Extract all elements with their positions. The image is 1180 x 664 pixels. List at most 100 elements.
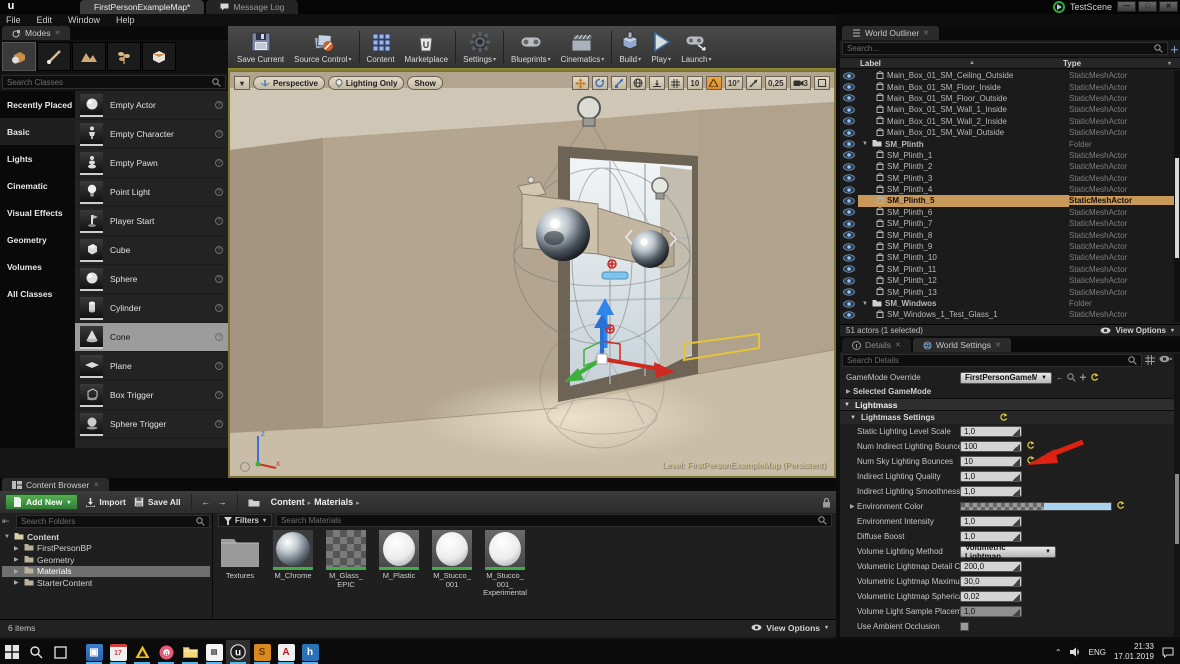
- selected-gamemode-row[interactable]: ▶ Selected GameMode: [840, 385, 1174, 398]
- eye-icon[interactable]: [843, 299, 855, 308]
- property-value-spinbox[interactable]: 1,0: [960, 471, 1022, 482]
- asset-search-input[interactable]: [281, 516, 814, 525]
- visibility-toggle[interactable]: [840, 72, 858, 80]
- details-search-input[interactable]: [847, 356, 1124, 365]
- asset-m-plastic[interactable]: M_Plastic: [377, 530, 421, 581]
- notification-icon[interactable]: [1162, 647, 1174, 658]
- visibility-toggle[interactable]: [840, 299, 858, 308]
- place-item-point-light[interactable]: Point Light?: [75, 178, 228, 207]
- outliner-row[interactable]: SM_Plinth_2 StaticMeshActor: [840, 161, 1174, 172]
- eye-icon[interactable]: [843, 83, 855, 91]
- eye-icon[interactable]: [843, 163, 855, 171]
- property-value-spinbox[interactable]: 100: [960, 441, 1022, 452]
- taskbar-app-h-icon[interactable]: h: [298, 640, 322, 664]
- expander-icon[interactable]: ▶: [14, 545, 21, 552]
- eye-icon[interactable]: [843, 254, 855, 262]
- chevron-down-icon[interactable]: ▾: [548, 56, 551, 63]
- taskbar-search-icon[interactable]: [24, 640, 48, 664]
- spin-handle[interactable]: [1013, 488, 1020, 496]
- tree-item-content[interactable]: ▼ Content: [2, 531, 210, 543]
- world-outliner-tab[interactable]: World Outliner ✕: [842, 26, 940, 40]
- geometry-mode-icon[interactable]: [142, 42, 176, 71]
- lock-icon[interactable]: [822, 497, 831, 508]
- tab-details[interactable]: Details ✕: [842, 338, 911, 352]
- place-item-sphere-trigger[interactable]: Sphere Trigger?: [75, 410, 228, 439]
- back-button[interactable]: ←: [202, 497, 211, 507]
- category-visual-effects[interactable]: Visual Effects: [0, 199, 75, 226]
- menu-item-file[interactable]: File: [6, 15, 21, 25]
- grab-handle-icon[interactable]: ?: [215, 159, 223, 167]
- save-current-button[interactable]: Save Current: [232, 28, 289, 66]
- checkbox[interactable]: [960, 622, 969, 631]
- place-item-player-start[interactable]: Player Start?: [75, 207, 228, 236]
- world-local-toggle[interactable]: [629, 76, 646, 90]
- category-basic[interactable]: Basic: [0, 118, 75, 145]
- property-value-spinbox[interactable]: 200,0: [960, 561, 1022, 572]
- eye-icon[interactable]: [843, 288, 855, 296]
- asset-m-stucco-001-experimental[interactable]: M_Stucco_ 001_ Experimental: [483, 530, 527, 598]
- chevron-down-icon[interactable]: ▾: [493, 56, 496, 63]
- marketplace-button[interactable]: U Marketplace: [400, 28, 454, 66]
- launch-button[interactable]: Launch ▾: [676, 28, 716, 66]
- eye-icon[interactable]: [843, 151, 855, 160]
- viewport-options-dropdown[interactable]: ▾: [234, 76, 250, 90]
- add-new-button[interactable]: Add New ▾: [5, 494, 79, 510]
- column-type[interactable]: Type: [1063, 59, 1168, 68]
- outliner-row[interactable]: SM_Plinth_5 StaticMeshActor: [840, 195, 1174, 207]
- save-all-button[interactable]: Save All: [133, 497, 181, 507]
- property-value-spinbox[interactable]: 1,0: [960, 516, 1022, 527]
- expander-icon[interactable]: ▶: [14, 556, 21, 563]
- forward-button[interactable]: →: [218, 497, 227, 507]
- reset-icon[interactable]: [999, 413, 1008, 422]
- place-item-empty-actor[interactable]: Empty Actor?: [75, 91, 228, 120]
- eye-icon[interactable]: [843, 117, 855, 125]
- visibility-toggle[interactable]: [840, 83, 858, 91]
- spin-handle[interactable]: [1013, 458, 1020, 466]
- clock[interactable]: 21:33 17.01.2019: [1114, 642, 1154, 662]
- eye-icon[interactable]: [843, 311, 855, 319]
- surface-snap-button[interactable]: [648, 76, 665, 90]
- chrome-sphere-1[interactable]: [536, 207, 590, 261]
- taskbar-photos-icon[interactable]: ▣: [82, 640, 106, 664]
- spin-handle[interactable]: [1013, 563, 1020, 571]
- grab-handle-icon[interactable]: ?: [215, 101, 223, 109]
- expander-icon[interactable]: ▶: [14, 568, 21, 575]
- settings-button[interactable]: Settings ▾: [458, 28, 501, 66]
- property-value-spinbox[interactable]: 1,0: [960, 486, 1022, 497]
- gamemode-add-icon[interactable]: ＋: [1079, 372, 1087, 383]
- sources-toggle-icon[interactable]: ⇤: [2, 516, 10, 527]
- outliner-row[interactable]: SM_Plinth_12 StaticMeshActor: [840, 275, 1174, 286]
- modes-tab[interactable]: Modes ✕: [2, 26, 71, 40]
- outliner-row[interactable]: Main_Box_01_SM_Wall_Outside StaticMeshAct…: [840, 127, 1174, 138]
- eye-icon[interactable]: [843, 265, 855, 273]
- place-item-box-trigger[interactable]: Box Trigger?: [75, 381, 228, 410]
- outliner-row[interactable]: Main_Box_01_SM_Wall_1_Inside StaticMeshAc…: [840, 104, 1174, 115]
- chevron-down-icon[interactable]: ▾: [668, 56, 671, 63]
- document-tab-2[interactable]: Message Log: [206, 0, 299, 14]
- grab-handle-icon[interactable]: ?: [215, 188, 223, 196]
- outliner-row[interactable]: SM_Plinth_10 StaticMeshActor: [840, 252, 1174, 263]
- outliner-row[interactable]: Main_Box_01_SM_Ceiling_Outside StaticMesh…: [840, 70, 1174, 81]
- spin-handle[interactable]: [1013, 428, 1020, 436]
- lightmass-settings-header[interactable]: ▼ Lightmass Settings: [840, 411, 1174, 424]
- visibility-toggle[interactable]: [840, 151, 858, 160]
- blueprints-button[interactable]: Blueprints ▾: [506, 28, 556, 66]
- taskbar-autodesk-app-icon[interactable]: A: [274, 640, 298, 664]
- visibility-toggle[interactable]: [840, 220, 858, 228]
- visibility-toggle[interactable]: [840, 288, 858, 296]
- visibility-toggle[interactable]: [840, 277, 858, 285]
- eye-icon[interactable]: [843, 208, 855, 217]
- outliner-row[interactable]: SM_Plinth_7 StaticMeshActor: [840, 218, 1174, 229]
- close-icon[interactable]: ✕: [995, 341, 1001, 349]
- taskbar-calendar-icon[interactable]: 17: [106, 640, 130, 664]
- asset-m-chrome[interactable]: M_Chrome: [271, 530, 315, 581]
- place-item-plane[interactable]: Plane?: [75, 352, 228, 381]
- outliner-row[interactable]: SM_Plinth_6 StaticMeshActor: [840, 207, 1174, 218]
- close-button[interactable]: ✕: [1159, 1, 1178, 12]
- tab-world-settings[interactable]: World Settings ✕: [912, 338, 1011, 352]
- grab-handle-icon[interactable]: ?: [215, 304, 223, 312]
- search-classes-input[interactable]: [7, 77, 208, 87]
- grab-handle-icon[interactable]: ?: [215, 362, 223, 370]
- chevron-down-icon[interactable]: ▾: [638, 56, 641, 63]
- expander-icon[interactable]: ▶: [850, 503, 857, 510]
